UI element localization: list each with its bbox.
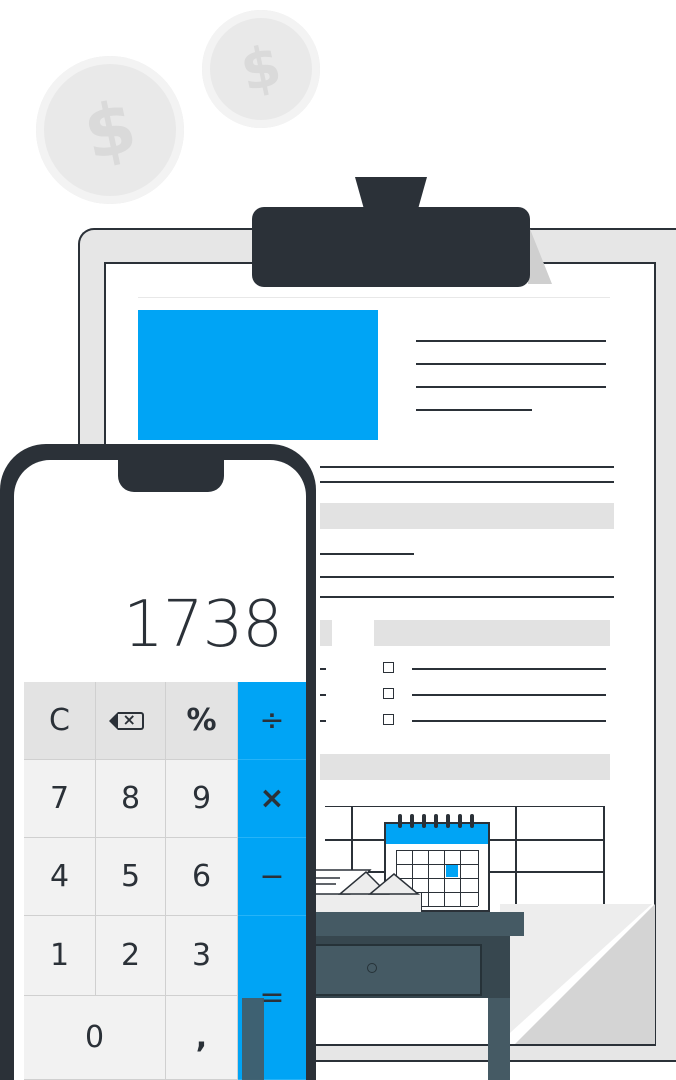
text-line [412, 694, 606, 696]
dollar-sign-icon: $ [76, 83, 144, 177]
document-image-block [138, 310, 378, 440]
divide-button[interactable]: ÷ [238, 682, 306, 760]
text-line [320, 668, 326, 670]
text-line [320, 596, 614, 598]
text-line [320, 720, 326, 722]
text-line [416, 386, 606, 388]
text-line [320, 694, 326, 696]
section-bar [320, 620, 332, 646]
text-line [416, 409, 532, 411]
text-line [320, 481, 614, 483]
text-line [138, 297, 610, 298]
coin-small: $ [202, 10, 320, 128]
key-0[interactable]: 0 [24, 996, 166, 1080]
desk-leg [488, 998, 510, 1080]
clear-button[interactable]: C [24, 682, 96, 760]
dollar-sign-icon: $ [235, 33, 287, 105]
key-7[interactable]: 7 [24, 760, 96, 838]
checkbox [383, 688, 394, 699]
checkbox [383, 662, 394, 673]
multiply-button[interactable]: × [238, 760, 306, 838]
text-line [416, 363, 606, 365]
key-5[interactable]: 5 [96, 838, 166, 916]
key-9[interactable]: 9 [166, 760, 238, 838]
desk-leg-front [242, 998, 264, 1080]
text-line [320, 553, 414, 555]
section-bar [374, 620, 610, 646]
calculator-display: 1738 [123, 588, 283, 662]
key-2[interactable]: 2 [96, 916, 166, 996]
text-line [416, 340, 606, 342]
text-line [412, 720, 606, 722]
backspace-icon [108, 710, 144, 730]
drawer-knob [367, 963, 377, 973]
percent-button[interactable]: % [166, 682, 238, 760]
checkbox [383, 714, 394, 725]
key-4[interactable]: 4 [24, 838, 96, 916]
section-bar [320, 754, 610, 780]
minus-button[interactable]: − [238, 838, 306, 916]
section-bar [320, 503, 614, 529]
text-line [320, 576, 614, 578]
text-line [320, 466, 614, 468]
comma-button[interactable]: , [166, 996, 238, 1080]
backspace-button[interactable] [96, 682, 166, 760]
key-3[interactable]: 3 [166, 916, 238, 996]
key-8[interactable]: 8 [96, 760, 166, 838]
clipboard-clip [252, 207, 530, 287]
text-line [412, 668, 606, 670]
key-6[interactable]: 6 [166, 838, 238, 916]
key-1[interactable]: 1 [24, 916, 96, 996]
phone-notch [118, 454, 224, 492]
coin-large: $ [36, 56, 184, 204]
